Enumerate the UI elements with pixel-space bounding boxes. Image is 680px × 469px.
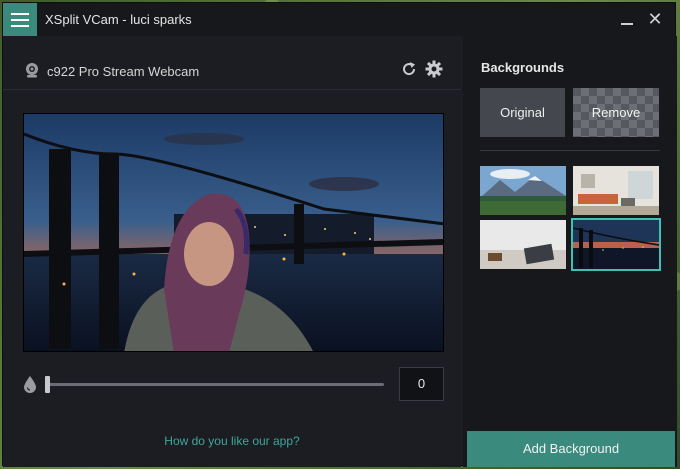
opacity-slider-track[interactable] [47,383,384,386]
remove-button[interactable]: Remove [573,88,659,137]
menu-icon-line [11,24,29,27]
opacity-slider-thumb[interactable] [45,376,50,393]
divider [480,150,660,151]
minimize-button[interactable] [617,9,637,29]
opacity-slider-row: 0 [23,367,444,401]
refresh-icon[interactable] [401,61,417,77]
preview-image [24,114,443,351]
original-button[interactable]: Original [480,88,565,137]
opacity-value-input[interactable]: 0 [399,367,444,401]
background-thumbnail-living-room[interactable] [573,166,659,215]
device-name[interactable]: c922 Pro Stream Webcam [47,64,199,79]
title-bar: XSplit VCam - luci sparks ✕ [3,3,675,36]
device-bar: c922 Pro Stream Webcam [3,36,461,90]
backgrounds-title: Backgrounds [481,60,565,75]
background-thumbnail-bridge-selected[interactable] [571,218,661,271]
menu-icon-line [11,12,29,15]
background-thumbnail-desk[interactable] [480,220,566,269]
gear-icon[interactable] [425,60,443,78]
feedback-link[interactable]: How do you like our app? [3,434,461,448]
main-panel: c922 Pro Stream Webcam 0 How do you like… [3,36,461,467]
droplet-icon [24,376,36,393]
backgrounds-panel: Backgrounds Original Remove Add Backgrou… [463,36,677,467]
background-thumbnail-mountains[interactable] [480,166,566,215]
camera-preview [23,113,444,352]
window-title: XSplit VCam - luci sparks [45,12,192,27]
add-background-button[interactable]: Add Background [467,431,675,467]
app-window: XSplit VCam - luci sparks ✕ c922 Pro Str… [2,2,677,467]
menu-icon-line [11,18,29,21]
hamburger-menu-button[interactable] [3,3,37,36]
close-button[interactable]: ✕ [645,9,665,29]
webcam-icon [26,63,38,78]
